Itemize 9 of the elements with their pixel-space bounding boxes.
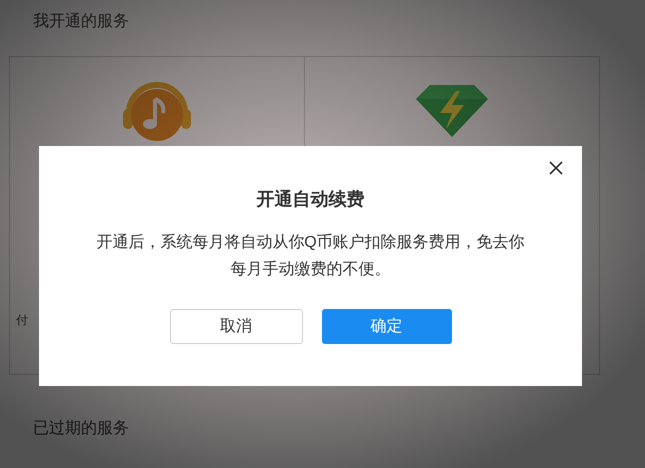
section-heading: 已过期的服务 [33, 418, 129, 439]
confirm-button[interactable]: 确定 [322, 309, 452, 344]
section-heading: 我开通的服务 [33, 12, 130, 32]
dialog-message: 开通后，系统每月将自动从你Q币账户扣除服务费用，免去你每月手动缴费的不便。 [95, 232, 526, 280]
gem-lightning-icon [416, 85, 488, 137]
music-note-icon [120, 79, 193, 141]
card-caption: 付 [16, 313, 28, 327]
cancel-button[interactable]: 取消 [170, 309, 302, 344]
dialog-title: 开通自动续费 [256, 188, 364, 211]
